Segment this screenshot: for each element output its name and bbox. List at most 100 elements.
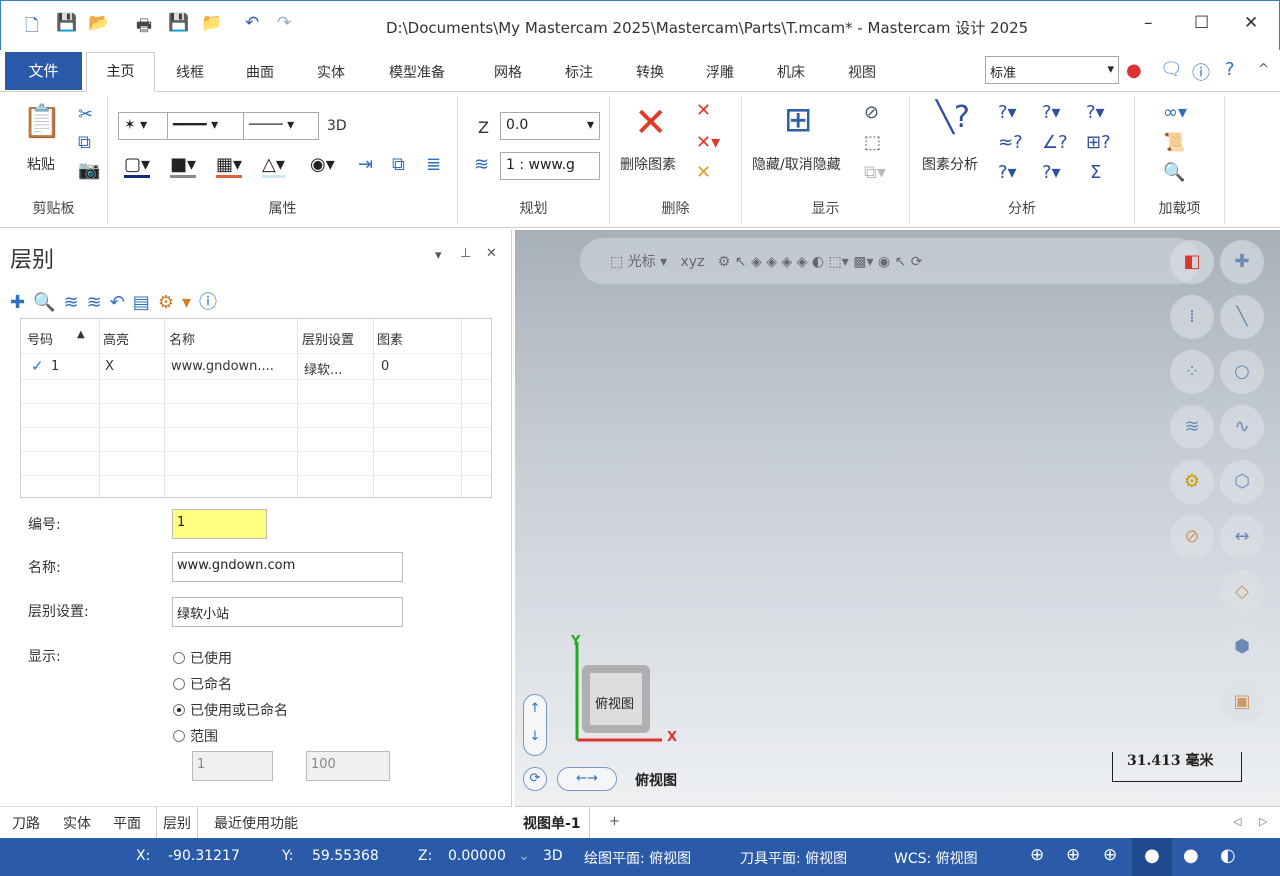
line-width-select[interactable]: ──── ▾ bbox=[243, 112, 319, 140]
col-number[interactable]: 号码 bbox=[27, 329, 53, 348]
rotate-button[interactable]: ⟳ bbox=[523, 767, 547, 791]
tab-recent-functions[interactable]: 最近使用功能 bbox=[214, 813, 298, 833]
delete-entity-icon[interactable]: ✕ bbox=[634, 100, 668, 146]
3d-mode-toggle[interactable]: 3D bbox=[543, 848, 563, 864]
radio-named[interactable]: 已命名 bbox=[173, 674, 232, 694]
delete-multiple-icon[interactable]: ✕▾ bbox=[696, 132, 720, 153]
tab-solids[interactable]: 实体 bbox=[317, 62, 345, 82]
z-depth-input[interactable]: 0.0 ▾ bbox=[500, 112, 600, 140]
redo-icon[interactable]: ↷ bbox=[277, 13, 291, 33]
radio-range[interactable]: 范围 bbox=[173, 726, 218, 746]
layers-icon[interactable]: ≋ bbox=[64, 292, 87, 313]
add-viewsheet-button[interactable]: + bbox=[609, 814, 620, 829]
surface-mask-button[interactable]: ◇ bbox=[1220, 570, 1264, 614]
body-mask-button[interactable]: ⬢ bbox=[1220, 625, 1264, 669]
level-select[interactable]: 1 : www.g bbox=[500, 152, 600, 180]
analyze-chain-icon[interactable]: ⊞? bbox=[1086, 132, 1111, 153]
layers-all-icon[interactable]: ≋ bbox=[87, 292, 110, 313]
tab-toolpaths[interactable]: 刀路 bbox=[12, 813, 40, 833]
viewsheet-tab-1[interactable]: 视图单-1 bbox=[515, 807, 590, 839]
new-file-icon[interactable]: 🗋 bbox=[25, 13, 39, 42]
material-icon[interactable]: ◉▾ bbox=[310, 154, 335, 175]
analyze-area-icon[interactable]: ?▾ bbox=[1086, 102, 1105, 123]
delete-entity-button[interactable]: 删除图素 bbox=[620, 154, 676, 174]
screenshot-icon[interactable]: 📷 bbox=[78, 160, 100, 181]
dimension-mask-button[interactable]: ↔ bbox=[1220, 515, 1264, 559]
shaded-edges-icon[interactable]: ⊕ bbox=[1103, 845, 1117, 865]
graphics-viewport[interactable]: ⬚ 光标 ▾ xyz ⚙ ↖ ◈ ◈ ◈ ◈ ◐ ⬚▾ ▩▾ ◉ ↖ ⟳ ◧ ✚… bbox=[515, 230, 1280, 806]
entity-analysis-icon[interactable]: ╲? bbox=[936, 100, 970, 135]
shaded-icon[interactable]: ● bbox=[1132, 838, 1172, 876]
tab-solids-manager[interactable]: 实体 bbox=[63, 813, 91, 833]
wireframe-display-icon[interactable]: ⊕ bbox=[1030, 845, 1044, 865]
tab-surfaces[interactable]: 曲面 bbox=[246, 62, 274, 82]
merge-icon[interactable]: 📁 bbox=[201, 13, 222, 33]
report-icon[interactable]: ▤ bbox=[133, 292, 158, 313]
face-mask-button[interactable]: ▣ bbox=[1220, 680, 1264, 724]
tab-home[interactable]: 主页 bbox=[86, 52, 155, 92]
spline-mask-button[interactable]: ∿ bbox=[1220, 405, 1264, 449]
undo-icon[interactable]: ↶ bbox=[110, 292, 133, 313]
range-to-field[interactable]: 100 bbox=[306, 751, 390, 781]
cursor-mode-select[interactable]: 光标 bbox=[628, 254, 656, 270]
tab-transform[interactable]: 转换 bbox=[636, 62, 664, 82]
tab-mesh[interactable]: 网格 bbox=[494, 62, 522, 82]
message-icon[interactable]: 🗨 bbox=[1160, 59, 1183, 80]
number-field[interactable]: 1 bbox=[172, 509, 267, 539]
close-panel-icon[interactable]: ✕ bbox=[486, 246, 497, 261]
scroll-right-icon[interactable]: ▷ bbox=[1259, 815, 1267, 828]
analyze-check-icon[interactable]: ?▾ bbox=[1042, 162, 1061, 183]
unblank-icon[interactable]: ⬚ bbox=[864, 132, 881, 153]
panel-menu-icon[interactable]: ▾ bbox=[435, 248, 442, 263]
wcs-select[interactable]: WCS: 俯视图 bbox=[894, 848, 978, 868]
hide-unhide-icon[interactable]: ⊞ bbox=[784, 100, 813, 140]
tab-planes[interactable]: 平面 bbox=[113, 813, 141, 833]
change-attributes-icon[interactable]: ⧉ bbox=[392, 154, 405, 175]
shaded-solid-icon[interactable]: ● bbox=[1183, 845, 1199, 866]
xyz-icon[interactable]: xyz bbox=[681, 254, 705, 270]
cursor-select-icon[interactable]: ⬚ bbox=[610, 254, 623, 270]
radio-used-or-named[interactable]: 已使用或已命名 bbox=[173, 700, 288, 720]
clear-selection-button[interactable]: ◧ bbox=[1170, 240, 1214, 284]
z-coordinate[interactable]: 0.00000 bbox=[448, 848, 506, 864]
display-more-icon[interactable]: ⧉▾ bbox=[864, 162, 886, 183]
solid-mask-button[interactable]: ⚙ bbox=[1170, 460, 1214, 504]
select-tools-icons[interactable]: ⚙ ↖ ◈ ◈ ◈ ◈ ◐ ⬚▾ ▩▾ ◉ ↖ ⟳ bbox=[718, 254, 923, 270]
collapse-ribbon-icon[interactable]: ^ bbox=[1258, 62, 1269, 77]
analyze-angle-icon[interactable]: ∠? bbox=[1042, 132, 1068, 153]
pan-horizontal-button[interactable]: ←→ bbox=[557, 767, 617, 791]
set-all-icon[interactable]: ⇥ bbox=[358, 154, 373, 175]
copy-icon[interactable]: ⧉ bbox=[78, 132, 91, 153]
tab-annotate[interactable]: 标注 bbox=[565, 62, 593, 82]
level-mask-button[interactable]: ≋ bbox=[1170, 405, 1214, 449]
analyze-position-icon[interactable]: ?▾ bbox=[1042, 102, 1061, 123]
col-highlight[interactable]: 高亮 bbox=[103, 329, 129, 348]
name-field[interactable]: www.gndown.com bbox=[172, 552, 403, 582]
open-icon[interactable]: 📂 bbox=[88, 13, 109, 33]
line-mask-button[interactable]: ╲ bbox=[1220, 295, 1264, 339]
scroll-left-icon[interactable]: ◁ bbox=[1233, 815, 1241, 828]
help-icon[interactable]: ? bbox=[1225, 59, 1235, 80]
surface-color-icon[interactable]: ▦▾ bbox=[216, 154, 243, 178]
maximize-button[interactable]: ☐ bbox=[1194, 13, 1209, 33]
quick-mask-button-1[interactable]: ⁞ bbox=[1170, 295, 1214, 339]
delete-duplicate-icon[interactable]: ✕ bbox=[696, 100, 711, 121]
line-color-icon[interactable]: △▾ bbox=[262, 154, 285, 178]
statistics-icon[interactable]: Σ bbox=[1090, 162, 1101, 183]
blank-icon[interactable]: ⊘ bbox=[864, 102, 879, 123]
analyze-contour-icon[interactable]: ≈? bbox=[998, 132, 1023, 153]
close-button[interactable]: ✕ bbox=[1244, 13, 1258, 33]
level-set-field[interactable]: 绿软小站 bbox=[172, 597, 403, 627]
line-style-select[interactable]: ━━━━ ▾ bbox=[167, 112, 244, 140]
tab-levels[interactable]: 层别 bbox=[156, 807, 198, 839]
sort-asc-icon[interactable]: ▲ bbox=[77, 329, 85, 340]
tab-wireframe[interactable]: 线框 bbox=[176, 62, 204, 82]
radio-used[interactable]: 已使用 bbox=[173, 648, 232, 668]
entity-analysis-button[interactable]: 图素分析 bbox=[922, 154, 978, 174]
tab-machine[interactable]: 机床 bbox=[777, 62, 805, 82]
pin-icon[interactable]: ⊥ bbox=[460, 246, 471, 261]
script-icon[interactable]: 📜 bbox=[1163, 132, 1185, 153]
cut-icon[interactable]: ✂ bbox=[78, 104, 93, 125]
add-level-icon[interactable]: ✚ bbox=[10, 292, 33, 313]
hide-unhide-button[interactable]: 隐藏/取消隐藏 bbox=[752, 154, 841, 174]
